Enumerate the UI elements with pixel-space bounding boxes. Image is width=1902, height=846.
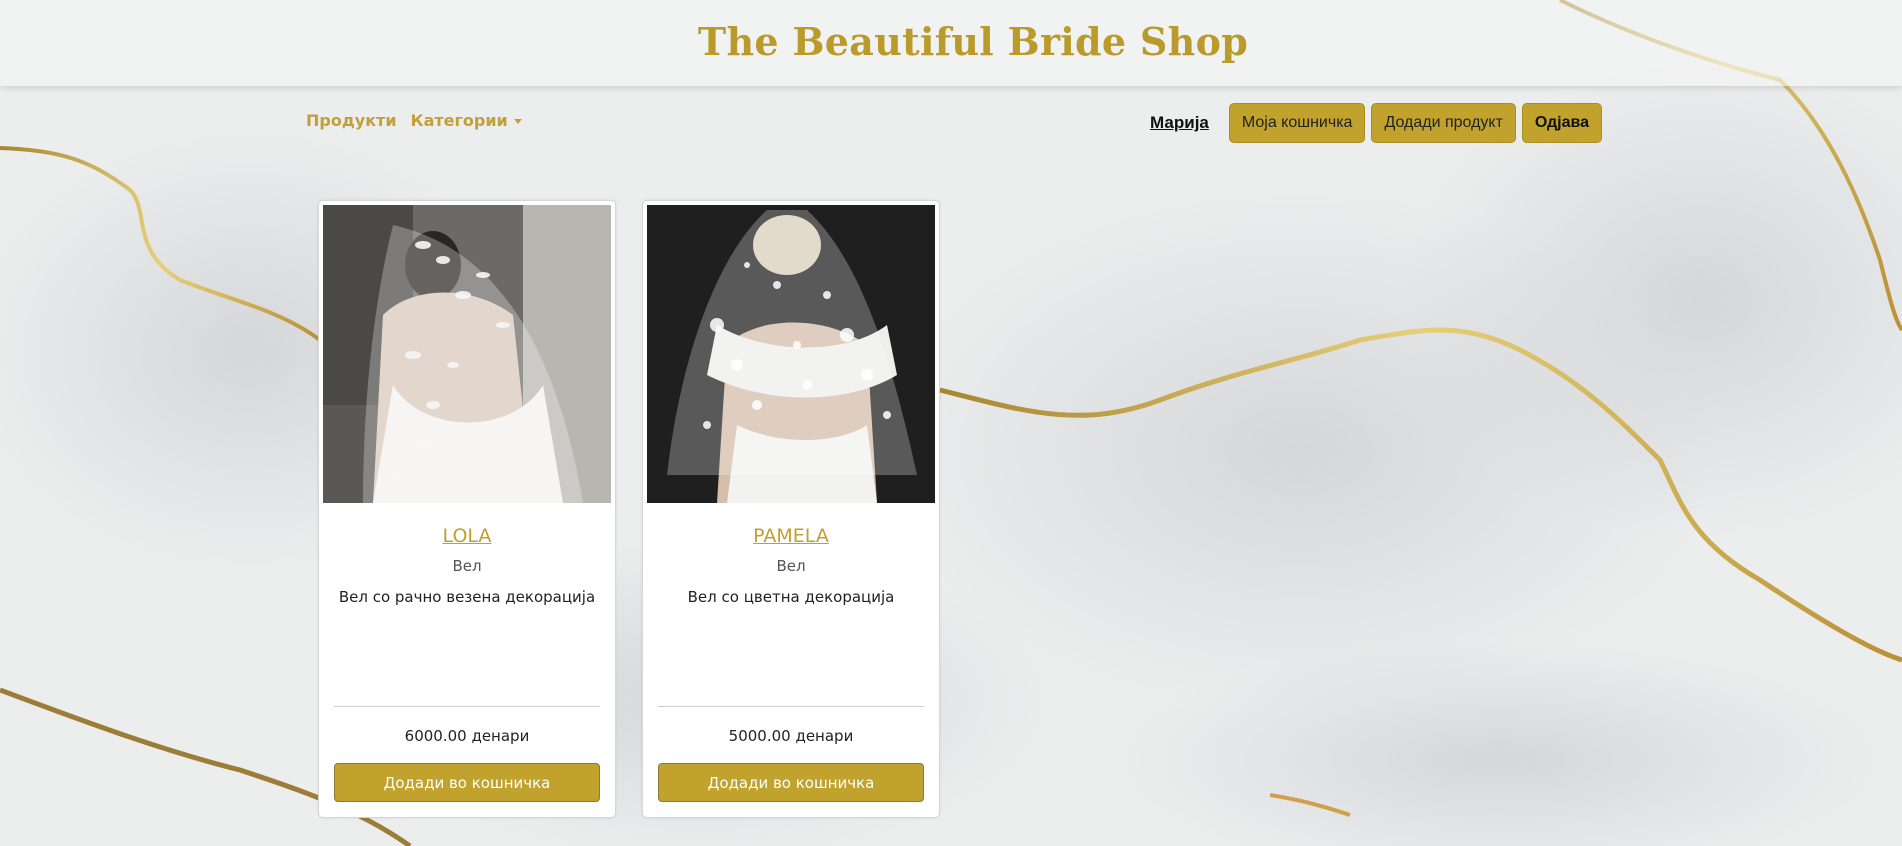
username-link[interactable]: Марија: [1150, 113, 1209, 133]
nav-categories-label: Категории: [410, 111, 508, 130]
product-description: Вел со цветна декорација: [687, 588, 895, 606]
product-name-link[interactable]: LOLA: [319, 525, 615, 547]
add-to-cart-button[interactable]: Додади во кошничка: [658, 763, 924, 802]
product-image[interactable]: [647, 205, 935, 503]
add-to-cart-button[interactable]: Додади во кошничка: [334, 763, 600, 802]
product-card: PAMELA Вел Вел со цветна декорација 5000…: [642, 200, 940, 818]
add-product-button[interactable]: Додади продукт: [1371, 103, 1516, 143]
product-price: 6000.00 денари: [404, 727, 530, 745]
caret-down-icon: [513, 119, 522, 124]
divider: [658, 706, 924, 707]
my-cart-button[interactable]: Моја кошничка: [1228, 103, 1366, 143]
divider: [334, 706, 600, 707]
nav-products-link[interactable]: Продукти: [306, 111, 397, 130]
site-header: The Beautiful Bride Shop: [0, 0, 1902, 86]
product-price: 5000.00 денари: [728, 727, 854, 745]
product-category: Вел: [452, 557, 482, 575]
product-description: Вел со рачно везена декорација: [338, 588, 596, 606]
product-image[interactable]: [323, 205, 611, 503]
nav-categories-dropdown[interactable]: Категории: [411, 111, 522, 130]
product-name-link[interactable]: PAMELA: [643, 525, 939, 547]
product-card: LOLA Вел Вел со рачно везена декорација …: [318, 200, 616, 818]
site-title[interactable]: The Beautiful Bride Shop: [698, 19, 1248, 64]
main-nav: Продукти Категории: [306, 111, 522, 130]
user-nav: Марија Моја кошничка Додади продукт Одја…: [1150, 103, 1602, 143]
product-category: Вел: [776, 557, 806, 575]
logout-button[interactable]: Одјава: [1521, 103, 1602, 143]
marble-background: [0, 0, 1902, 846]
